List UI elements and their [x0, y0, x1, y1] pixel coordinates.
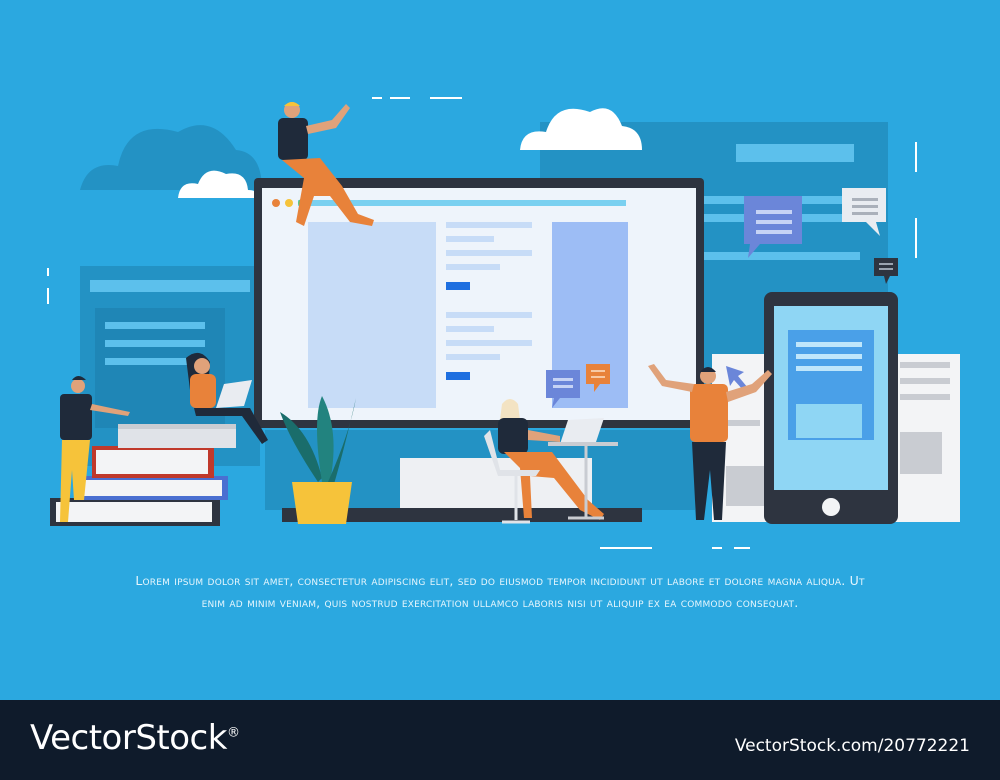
watermark-footer: VectorStock® VectorStock.com/20772221 [0, 700, 1000, 780]
vectorstock-logo: VectorStock® [30, 718, 240, 758]
image-id-text: VectorStock.com/20772221 [734, 736, 970, 756]
registered-mark: ® [226, 725, 240, 741]
cloud-icon [520, 108, 642, 150]
desk [548, 442, 618, 446]
smartphone-icon [764, 292, 898, 524]
brand-name: VectorStock [30, 718, 227, 758]
illustration-scene: Lorem ipsum dolor sit amet, consectetur … [0, 0, 1000, 700]
caption-text: Lorem ipsum dolor sit amet, consectetur … [135, 573, 865, 610]
